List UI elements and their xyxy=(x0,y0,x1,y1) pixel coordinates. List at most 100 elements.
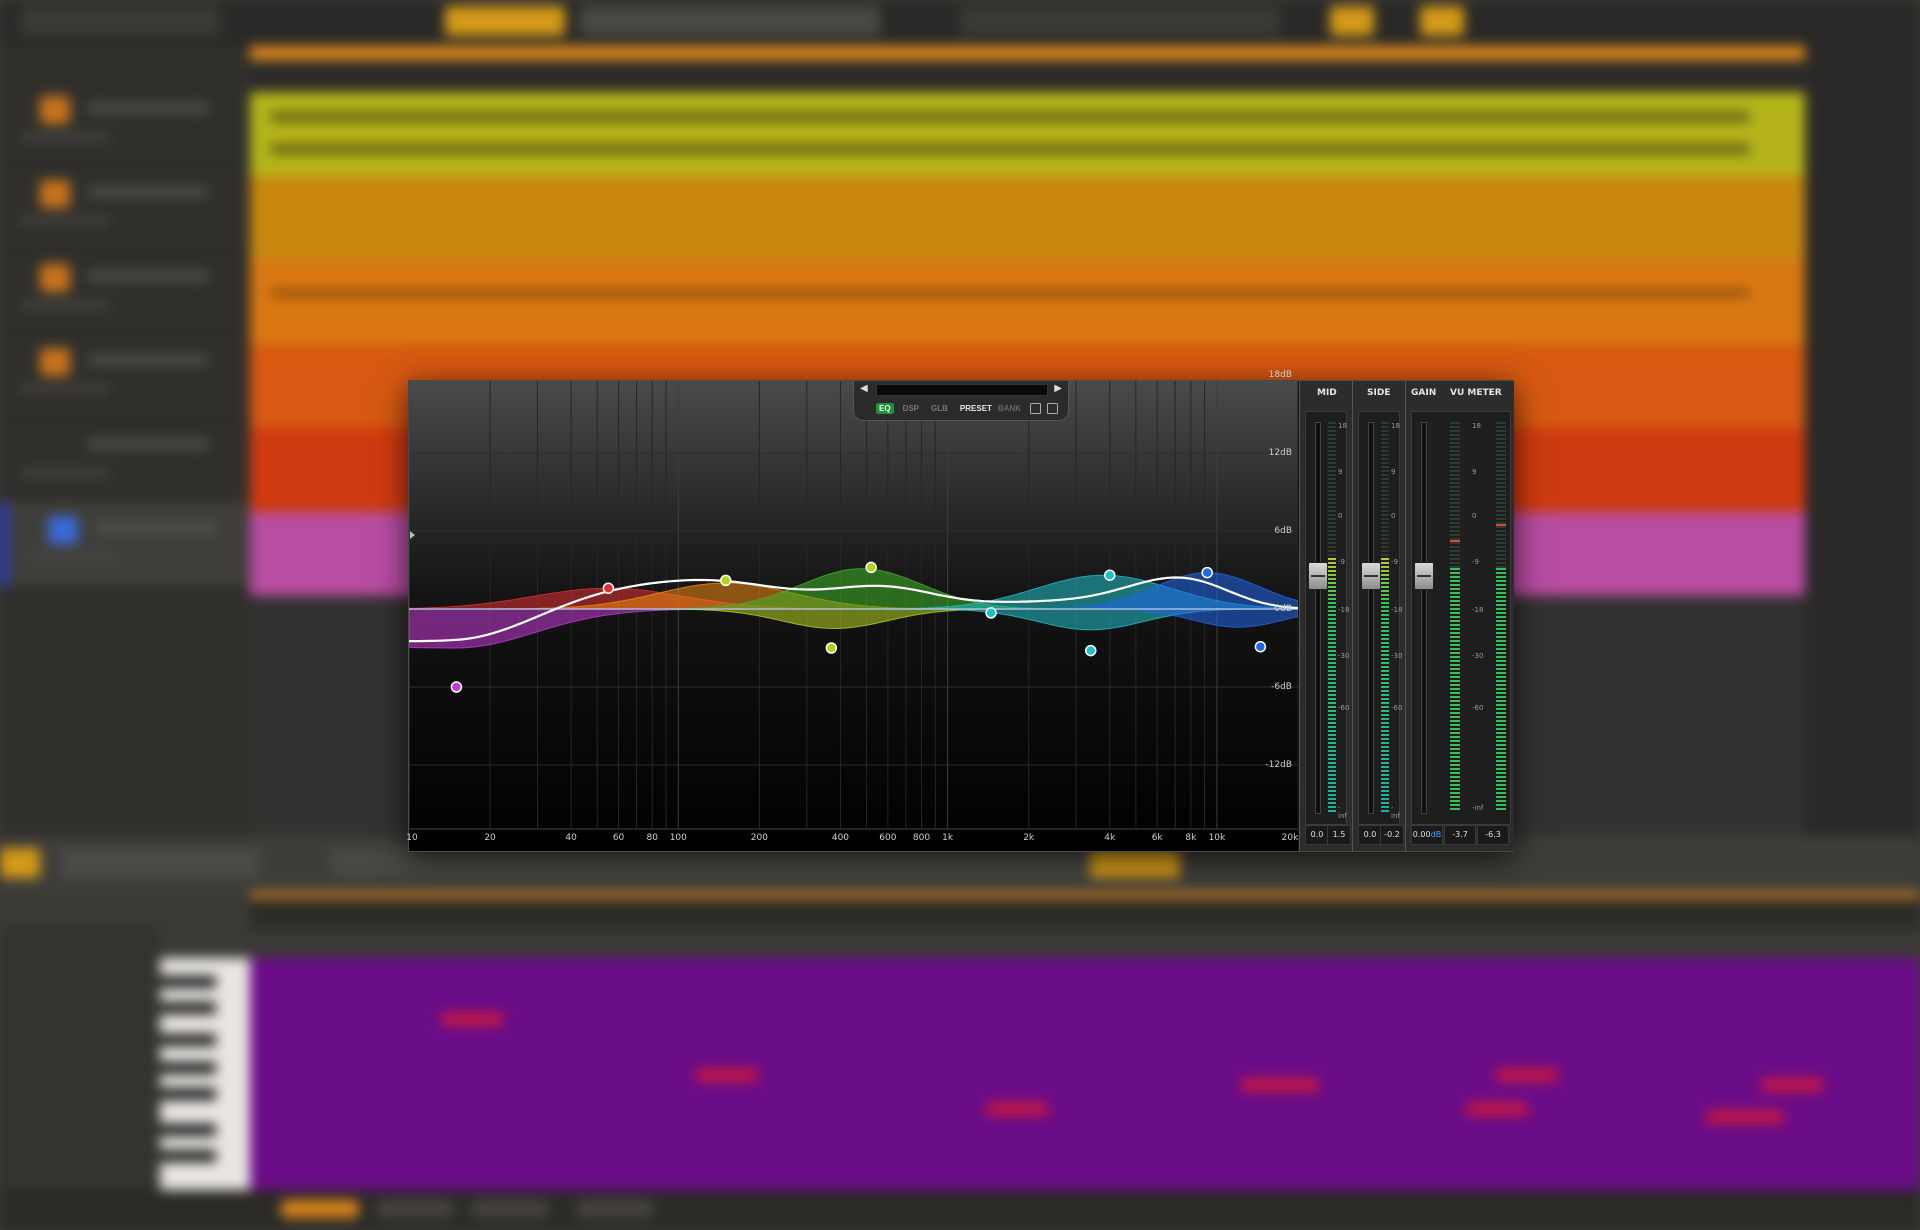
piano-keyboard[interactable] xyxy=(160,958,250,1190)
track-header[interactable] xyxy=(0,418,250,503)
bottom-tab[interactable] xyxy=(575,1200,655,1218)
midi-note[interactable] xyxy=(1495,1068,1559,1082)
audio-clip-lane[interactable] xyxy=(250,260,1805,344)
black-key[interactable] xyxy=(160,976,216,988)
track-sub xyxy=(20,470,110,476)
midi-note[interactable] xyxy=(1705,1110,1785,1124)
eq-band-handle[interactable] xyxy=(825,642,838,654)
meter-scale-tick: 0 xyxy=(1338,512,1343,520)
tab-dsp[interactable]: DSP xyxy=(900,403,922,414)
meter-scale-tick: -18 xyxy=(1472,606,1484,614)
track-header-selected[interactable] xyxy=(0,502,258,587)
meter-scale-tick: -9 xyxy=(1472,558,1479,566)
next-preset-button[interactable]: ▶ xyxy=(1054,383,1062,394)
midi-note[interactable] xyxy=(695,1068,759,1082)
gain-value[interactable]: 0.00dB xyxy=(1411,825,1443,845)
gain-label: GAIN xyxy=(1411,388,1437,398)
gain-value-number: 0.00 xyxy=(1412,830,1431,839)
eq-band-handle[interactable] xyxy=(1085,644,1097,657)
track-header[interactable] xyxy=(0,334,250,419)
bottom-tab[interactable] xyxy=(470,1200,550,1218)
track-sub xyxy=(20,302,110,308)
toolbar-segment xyxy=(20,6,220,36)
frequency-label: 20 xyxy=(484,833,496,843)
mid-fader-track[interactable] xyxy=(1315,422,1321,814)
eq-band-handle[interactable] xyxy=(602,582,615,594)
eq-band-handle[interactable] xyxy=(1201,566,1213,579)
timeline-ruler[interactable] xyxy=(250,46,1805,60)
black-key[interactable] xyxy=(160,1062,216,1074)
eq-band-handle[interactable] xyxy=(1254,640,1267,653)
side-gain-value[interactable]: 0.0 xyxy=(1358,825,1382,845)
black-key[interactable] xyxy=(160,1124,216,1136)
bottom-tab-active[interactable] xyxy=(280,1200,360,1218)
black-key[interactable] xyxy=(160,1088,216,1100)
db-label: -12dB xyxy=(1265,760,1292,770)
eq-band-handle[interactable] xyxy=(985,607,997,619)
preset-name-display[interactable] xyxy=(876,384,1048,396)
save-icon[interactable] xyxy=(1047,402,1059,414)
eq-band-handle[interactable] xyxy=(450,681,463,693)
tab-eq[interactable]: EQ xyxy=(876,402,894,414)
meter-scale-tick: 0 xyxy=(1391,512,1396,520)
midi-note[interactable] xyxy=(985,1102,1049,1116)
meter-scale-tick: -30 xyxy=(1391,652,1403,660)
editor-tool[interactable] xyxy=(0,848,40,878)
meter-scale-tick: -60 xyxy=(1391,704,1403,712)
eq-curve-display[interactable] xyxy=(409,381,1298,851)
db-label: 18dB xyxy=(1268,370,1292,380)
frequency-label: 6k xyxy=(1151,833,1163,843)
eq-band-handle[interactable] xyxy=(1104,569,1116,581)
track-headers xyxy=(0,46,258,836)
black-key[interactable] xyxy=(160,1034,216,1046)
mid-gain-value[interactable]: 0.0 xyxy=(1305,825,1329,845)
gain-fader-track[interactable] xyxy=(1421,422,1427,814)
gain-fader[interactable] xyxy=(1414,562,1434,590)
track-header[interactable] xyxy=(0,166,250,251)
midi-note[interactable] xyxy=(1240,1078,1320,1092)
track-header[interactable] xyxy=(0,82,250,167)
track-sub xyxy=(20,134,110,140)
tab-glb[interactable]: GLB xyxy=(928,403,951,414)
meter-scale-tick: -18 xyxy=(1338,606,1350,614)
folder-icon[interactable] xyxy=(1030,402,1042,414)
editor-toggle[interactable] xyxy=(1090,848,1180,878)
bottom-tab[interactable] xyxy=(375,1200,455,1218)
midi-note[interactable] xyxy=(1760,1078,1824,1092)
editor-tools[interactable] xyxy=(60,848,260,878)
toolbar-toggle[interactable] xyxy=(1420,6,1464,36)
frequency-label: 800 xyxy=(912,833,931,843)
toolbar-active-button[interactable] xyxy=(445,6,565,36)
eq-band-handle[interactable] xyxy=(719,574,732,587)
db-label: 6dB xyxy=(1274,526,1292,536)
toolbar-toggle[interactable] xyxy=(1330,6,1374,36)
meter-scale-tick: 18 xyxy=(1472,422,1481,430)
audio-clip-lane[interactable] xyxy=(250,176,1805,260)
side-meter-panel: SIDE 18 9 0 -9 -18 -30 -60 -inf 0.0 -0.2 xyxy=(1352,381,1405,851)
piano-roll[interactable] xyxy=(250,958,1920,1190)
editor-settings[interactable] xyxy=(330,848,1110,878)
tab-preset[interactable]: PRESET xyxy=(957,403,995,414)
frequency-label: 60 xyxy=(612,833,625,843)
track-header[interactable] xyxy=(0,250,250,335)
midi-note[interactable] xyxy=(1465,1102,1529,1116)
mid-fader[interactable] xyxy=(1308,562,1328,590)
frequency-label: 100 xyxy=(669,833,687,843)
tab-bank[interactable]: BANK xyxy=(995,403,1024,414)
eq-graph[interactable]: 18dB 12dB 6dB 0dB -6dB -12dB 10 20 40 60 80 100 200… xyxy=(406,370,1298,851)
audio-clip-lane[interactable] xyxy=(250,92,1805,176)
track-name xyxy=(88,188,208,196)
frequency-label: 600 xyxy=(879,833,897,843)
toolbar-tools[interactable] xyxy=(580,6,880,36)
editor-ruler[interactable] xyxy=(250,892,1920,930)
midi-note[interactable] xyxy=(440,1012,504,1026)
preset-browser: ◀ ▶ EQ DSP GLB PRESET BANK xyxy=(853,381,1069,421)
eq-band-handle[interactable] xyxy=(865,561,877,574)
black-key[interactable] xyxy=(160,1002,216,1014)
previous-preset-button[interactable]: ◀ xyxy=(860,383,868,394)
track-name xyxy=(88,272,208,280)
side-fader-track[interactable] xyxy=(1368,422,1374,814)
black-key[interactable] xyxy=(160,1150,216,1162)
track-icon xyxy=(48,516,78,544)
side-fader[interactable] xyxy=(1361,562,1381,590)
